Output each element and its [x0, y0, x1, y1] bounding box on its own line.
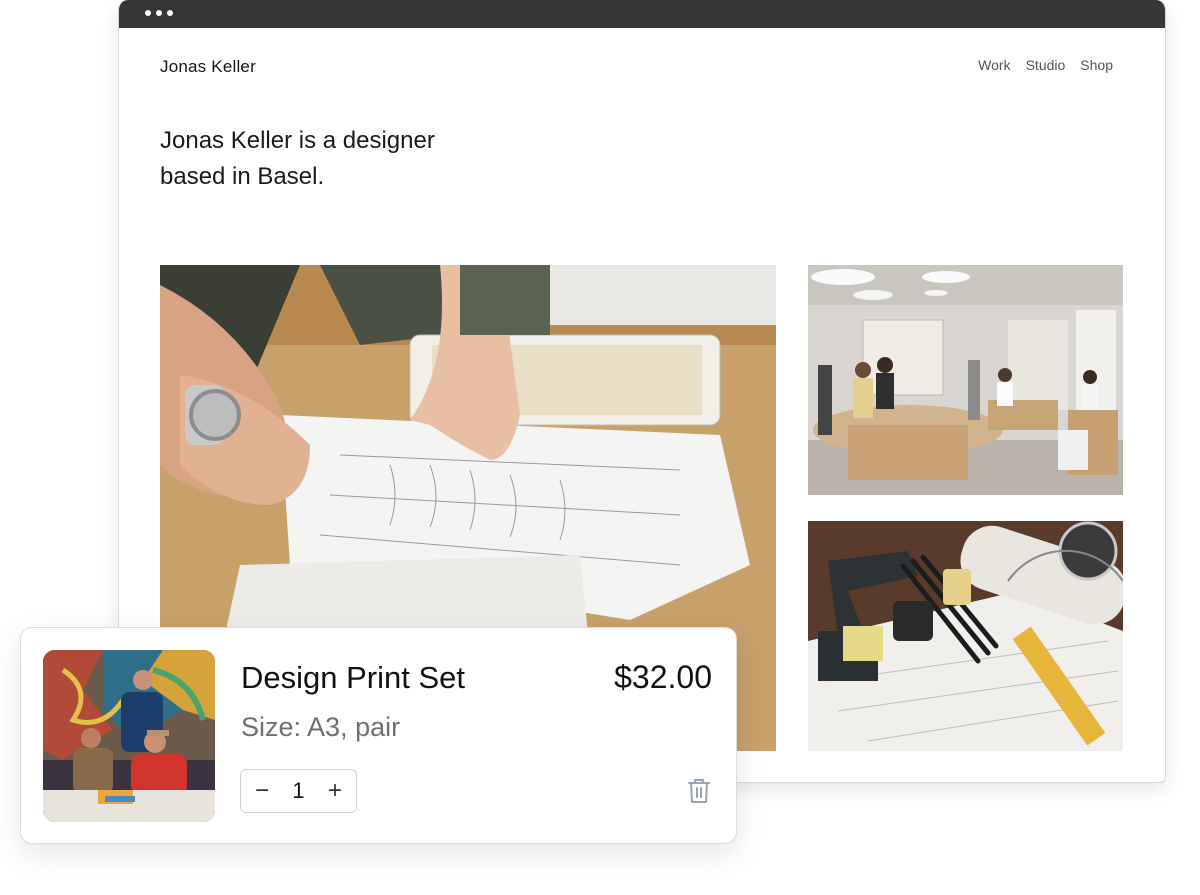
product-name[interactable]: Design Print Set: [241, 660, 465, 696]
window-dot: [156, 10, 162, 16]
product-size: Size: A3, pair: [241, 712, 401, 742]
window-dot: [167, 10, 173, 16]
quantity-stepper: − 1 +: [240, 769, 357, 813]
nav-item-work[interactable]: Work: [978, 57, 1010, 73]
decrement-button[interactable]: −: [252, 776, 272, 806]
site-brand[interactable]: Jonas Keller: [160, 57, 256, 77]
increment-button[interactable]: +: [325, 776, 345, 806]
drafting-tools-photo: [808, 521, 1123, 751]
trash-icon[interactable]: [687, 778, 711, 804]
product-thumbnail[interactable]: [43, 650, 215, 822]
nav-item-shop[interactable]: Shop: [1080, 57, 1113, 73]
cart-item-card: Design Print Set $32.00 Size: A3, pair −…: [20, 627, 737, 844]
product-price: $32.00: [614, 659, 712, 695]
window-dots: [145, 10, 173, 16]
browser-titlebar: [119, 0, 1165, 28]
studio-photo: [808, 265, 1123, 495]
window-dot: [145, 10, 151, 16]
nav-item-studio[interactable]: Studio: [1026, 57, 1066, 73]
site-nav: Work Studio Shop: [978, 57, 1113, 73]
intro-text: Jonas Keller is a designer based in Base…: [160, 127, 435, 190]
quantity-value[interactable]: 1: [292, 778, 304, 804]
